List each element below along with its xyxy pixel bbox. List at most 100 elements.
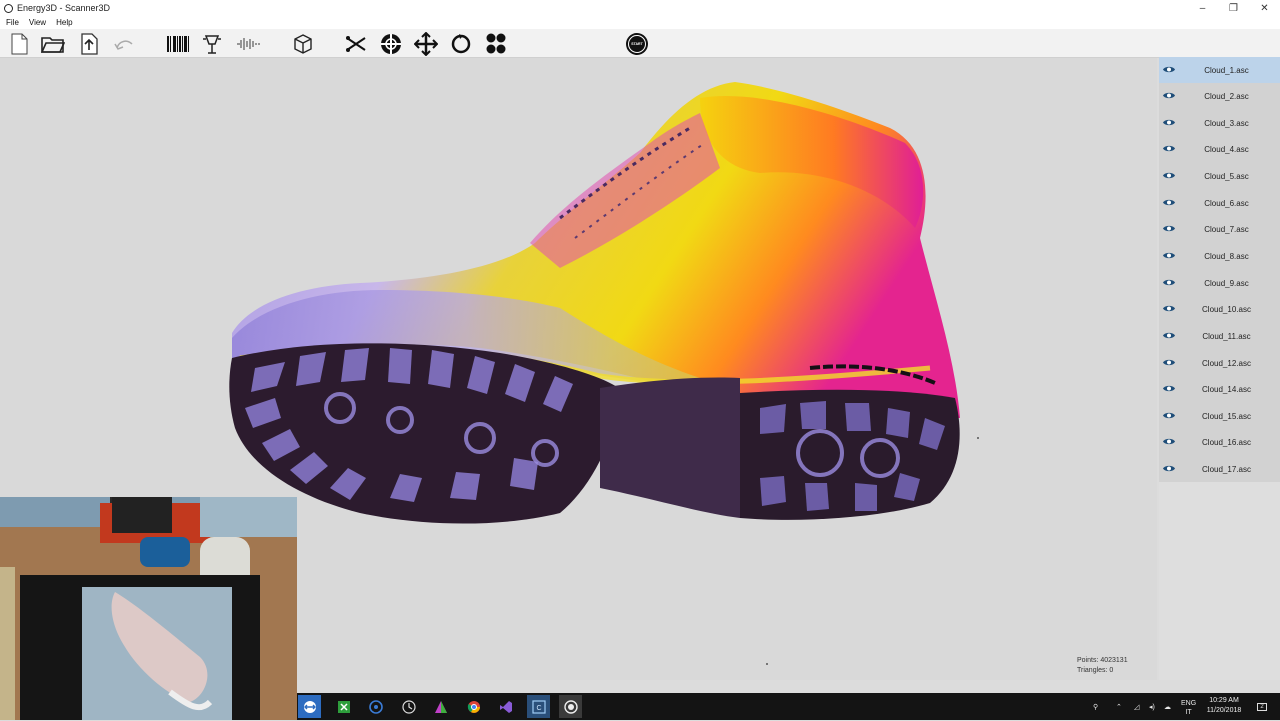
eye-icon[interactable] [1162, 117, 1176, 128]
cloud-item[interactable]: Cloud_15.asc [1159, 403, 1280, 429]
eye-icon[interactable] [1162, 64, 1176, 75]
scan-stats: Points: 4023131 Triangles: 0 [1077, 656, 1128, 676]
cloud-label: Cloud_2.asc [1204, 91, 1249, 101]
steam-icon[interactable] [364, 695, 387, 718]
chrome-icon[interactable] [462, 695, 485, 718]
language-indicator[interactable]: ENG IT [1181, 694, 1196, 721]
waveform-icon[interactable] [236, 32, 260, 56]
cloud-item[interactable]: Cloud_17.asc [1159, 456, 1280, 482]
cluster-icon[interactable] [484, 32, 508, 56]
new-document-icon[interactable] [7, 32, 31, 56]
eye-icon[interactable] [1162, 330, 1176, 341]
svg-text:C: C [536, 705, 541, 712]
cloud-list-panel: Cloud_1.asc Cloud_2.asc Cloud_3.asc Clou… [1159, 57, 1280, 482]
cloud-item[interactable]: Cloud_14.asc [1159, 376, 1280, 402]
cube-icon[interactable] [291, 32, 315, 56]
maximize-button[interactable]: ❐ [1218, 0, 1249, 16]
cloud-label: Cloud_15.asc [1202, 411, 1251, 421]
open-folder-icon[interactable] [41, 32, 65, 56]
network-icon[interactable]: ◿ [1134, 693, 1139, 720]
barcode-icon[interactable] [166, 32, 190, 56]
clock-date: 11/20/2018 [1206, 707, 1242, 714]
app-icon [4, 3, 13, 13]
cloud-label: Cloud_6.asc [1204, 198, 1249, 208]
cloud-label: Cloud_7.asc [1204, 224, 1249, 234]
cloud-label: Cloud_10.asc [1202, 304, 1251, 314]
cloud-item[interactable]: Cloud_8.asc [1159, 243, 1280, 269]
prism-icon[interactable] [429, 695, 452, 718]
clock[interactable]: 10:29 AM 11/20/2018 [1201, 696, 1247, 716]
eye-icon[interactable] [1162, 170, 1176, 181]
cx-icon[interactable]: C [527, 695, 550, 718]
cloud-item[interactable]: Cloud_6.asc [1159, 190, 1280, 216]
eye-icon[interactable] [1162, 303, 1176, 314]
eye-icon[interactable] [1162, 250, 1176, 261]
spreadsheet-icon[interactable] [332, 695, 355, 718]
cloud-icon[interactable]: ☁ [1164, 693, 1171, 720]
cloud-label: Cloud_16.asc [1202, 437, 1251, 447]
clock-time: 10:29 AM [1209, 697, 1239, 704]
toolbar: START [0, 29, 1280, 58]
notification-icon[interactable]: 2 [1252, 693, 1272, 720]
chevron-up-icon[interactable]: ⌃ [1116, 693, 1122, 720]
menu-help[interactable]: Help [56, 18, 72, 27]
region-code: IT [1185, 708, 1192, 716]
eye-icon[interactable] [1162, 463, 1176, 474]
rotate-icon[interactable] [449, 32, 473, 56]
title-bar: Energy3D - Scanner3D – ❐ ✕ [0, 0, 1280, 16]
eye-icon[interactable] [1162, 383, 1176, 394]
cloud-label: Cloud_11.asc [1202, 331, 1251, 341]
scanner-icon[interactable] [559, 695, 582, 718]
cloud-item[interactable]: Cloud_5.asc [1159, 163, 1280, 189]
cloud-item[interactable]: Cloud_3.asc [1159, 110, 1280, 136]
eye-icon[interactable] [1162, 197, 1176, 208]
cloud-item[interactable]: Cloud_16.asc [1159, 429, 1280, 455]
eye-icon[interactable] [1162, 143, 1176, 154]
eye-icon[interactable] [1162, 277, 1176, 288]
cloud-item[interactable]: Cloud_9.asc [1159, 270, 1280, 296]
eye-icon[interactable] [1162, 90, 1176, 101]
eye-icon[interactable] [1162, 223, 1176, 234]
cloud-item[interactable]: Cloud_4.asc [1159, 136, 1280, 162]
cloud-item[interactable]: Cloud_7.asc [1159, 216, 1280, 242]
language-code: ENG [1181, 699, 1197, 707]
upload-icon[interactable] [77, 32, 101, 56]
cloud-label: Cloud_4.asc [1204, 144, 1249, 154]
menu-view[interactable]: View [29, 18, 46, 27]
cloud-label: Cloud_17.asc [1202, 464, 1251, 474]
cloud-item[interactable]: Cloud_2.asc [1159, 83, 1280, 109]
clock-app-icon[interactable] [397, 695, 420, 718]
cloud-item[interactable]: Cloud_10.asc [1159, 296, 1280, 322]
window-title: Energy3D - Scanner3D [17, 3, 111, 13]
scissors-icon[interactable] [344, 32, 368, 56]
cloud-item[interactable]: Cloud_1.asc [1159, 57, 1280, 83]
target-icon[interactable] [379, 32, 403, 56]
cloud-item[interactable]: Cloud_11.asc [1159, 323, 1280, 349]
eye-icon[interactable] [1162, 357, 1176, 368]
triangles-count: Triangles: 0 [1077, 667, 1114, 674]
cloud-label: Cloud_14.asc [1202, 384, 1251, 394]
cloud-label: Cloud_5.asc [1204, 171, 1249, 181]
close-button[interactable]: ✕ [1249, 0, 1280, 16]
cloud-label: Cloud_9.asc [1204, 278, 1249, 288]
move-icon[interactable] [414, 32, 438, 56]
webcam-feed [0, 497, 297, 720]
volume-icon[interactable]: ◂) [1149, 693, 1155, 720]
cloud-label: Cloud_8.asc [1204, 251, 1249, 261]
eye-icon[interactable] [1162, 410, 1176, 421]
start-icon[interactable]: START [625, 32, 649, 56]
start-label: START [631, 42, 643, 46]
cloud-label: Cloud_3.asc [1204, 118, 1249, 128]
undo-icon[interactable] [112, 32, 136, 56]
cloud-label: Cloud_1.asc [1204, 65, 1249, 75]
cloud-label: Cloud_12.asc [1202, 358, 1251, 368]
visual-studio-icon[interactable] [494, 695, 517, 718]
minimize-button[interactable]: – [1187, 0, 1218, 16]
people-icon[interactable]: ⚲ [1093, 693, 1098, 720]
eye-icon[interactable] [1162, 436, 1176, 447]
cloud-item[interactable]: Cloud_12.asc [1159, 350, 1280, 376]
panel-empty-area [1159, 482, 1280, 680]
teamviewer-icon[interactable] [298, 695, 321, 718]
light-icon[interactable] [200, 32, 224, 56]
menu-file[interactable]: File [6, 18, 19, 27]
